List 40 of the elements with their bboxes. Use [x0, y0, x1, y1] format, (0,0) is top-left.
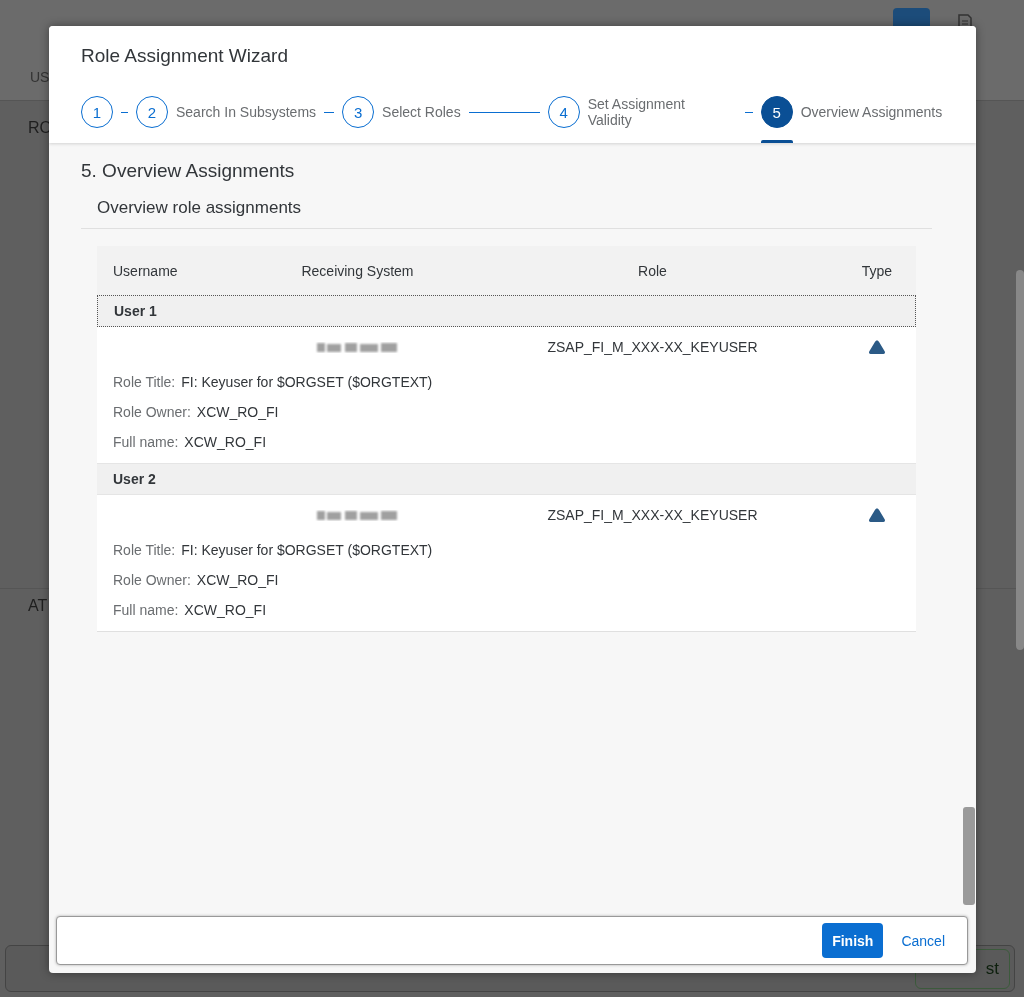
table-cell: ZSAP_FI_M_XXX-XX_KEYUSER [547, 507, 758, 523]
field-label: Full name: [113, 602, 179, 618]
section-title: 5. Overview Assignments [81, 160, 295, 182]
step-number[interactable]: 1 [81, 96, 113, 128]
field-label: Full name: [113, 434, 179, 450]
field-value: FI: Keyuser for $ORGSET ($ORGTEXT) [181, 374, 433, 390]
scrollbar[interactable] [1016, 270, 1024, 650]
dialog-title: Role Assignment Wizard [81, 44, 288, 68]
section-title: AT [28, 597, 48, 615]
finish-button[interactable]: Finish [822, 923, 884, 958]
table-cell: ZSAP_FI_M_XXX-XX_KEYUSER [547, 339, 758, 355]
step-number[interactable]: 3 [342, 96, 375, 128]
column-header: Receiving System [301, 262, 414, 279]
field-value: FI: Keyuser for $ORGSET ($ORGTEXT) [181, 542, 433, 558]
panel-title: Overview role assignments [81, 198, 932, 229]
step-number[interactable]: 4 [547, 96, 580, 128]
field-label: Role Title: [113, 542, 176, 558]
step-label[interactable]: Select Roles [382, 104, 461, 120]
column-header: Username [113, 262, 178, 279]
triangle-icon [868, 339, 886, 355]
field-value: XCW_RO_FI [184, 602, 267, 618]
field-label: Role Owner: [113, 404, 191, 420]
field-label: Role Title: [113, 374, 176, 390]
scrollbar[interactable] [963, 807, 975, 905]
column-header: Role [638, 262, 667, 279]
column-header: Type [861, 262, 892, 279]
field-label: Role Owner: [113, 572, 191, 588]
active-step-indicator [760, 140, 793, 143]
step-label[interactable]: Search In Subsystems [176, 104, 317, 120]
field-value: XCW_RO_FI [196, 572, 279, 588]
cancel-button[interactable]: Cancel [891, 923, 955, 958]
triangle-icon [868, 507, 886, 523]
field-value: XCW_RO_FI [184, 434, 267, 450]
step-number[interactable]: 5 [760, 96, 793, 128]
step-label[interactable]: Set Assignment Validity [587, 96, 693, 128]
step-number[interactable]: 2 [136, 96, 168, 128]
step-label[interactable]: Overview Assignments [800, 104, 943, 120]
field-value: XCW_RO_FI [196, 404, 279, 420]
group-row[interactable]: User 1 [97, 295, 916, 327]
group-row[interactable]: User 2 [97, 463, 916, 495]
